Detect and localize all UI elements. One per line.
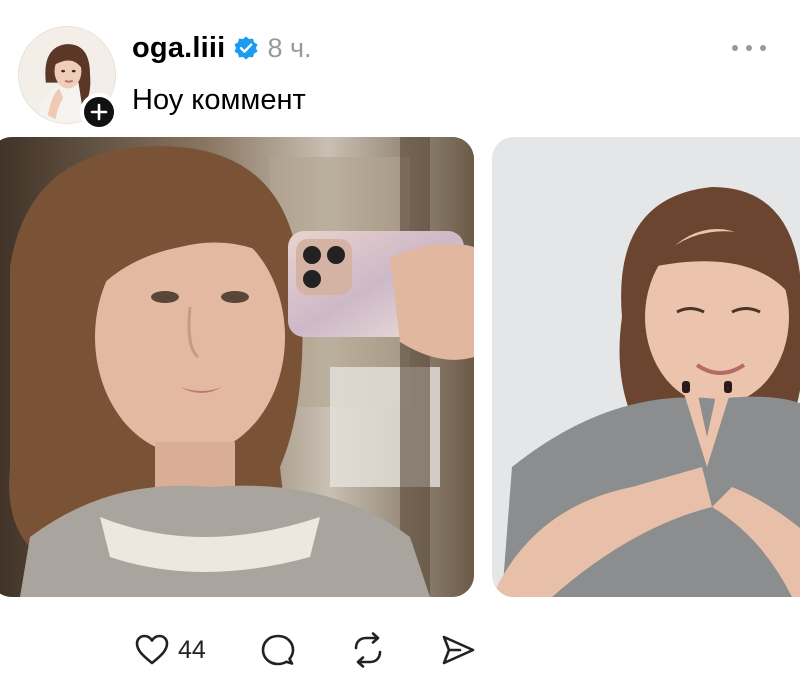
post-header: oga.liii 8 ч.	[132, 28, 312, 68]
post-image-2[interactable]	[492, 137, 800, 597]
share-button[interactable]	[440, 632, 476, 668]
more-horizontal-icon	[732, 45, 738, 51]
post-timestamp: 8 ч.	[267, 32, 312, 63]
send-icon	[442, 635, 475, 665]
repost-button[interactable]	[350, 632, 386, 668]
post-actions: 44	[134, 628, 476, 672]
more-horizontal-icon	[746, 45, 752, 51]
follow-button[interactable]	[80, 93, 118, 131]
more-options-button[interactable]	[732, 36, 766, 60]
post-caption: Ноу коммент	[132, 84, 306, 116]
like-button[interactable]: 44	[134, 632, 206, 668]
post-image-1[interactable]	[0, 137, 474, 597]
verified-badge-icon	[233, 35, 259, 61]
comment-icon	[261, 634, 295, 666]
author-username[interactable]: oga.liii	[132, 32, 225, 65]
comment-button[interactable]	[260, 632, 296, 668]
repost-icon	[354, 632, 382, 668]
thread-post: oga.liii 8 ч. Ноу коммент 44	[0, 0, 800, 690]
heart-icon	[135, 634, 169, 665]
plus-icon	[90, 103, 108, 121]
like-count: 44	[178, 635, 206, 664]
more-horizontal-icon	[760, 45, 766, 51]
